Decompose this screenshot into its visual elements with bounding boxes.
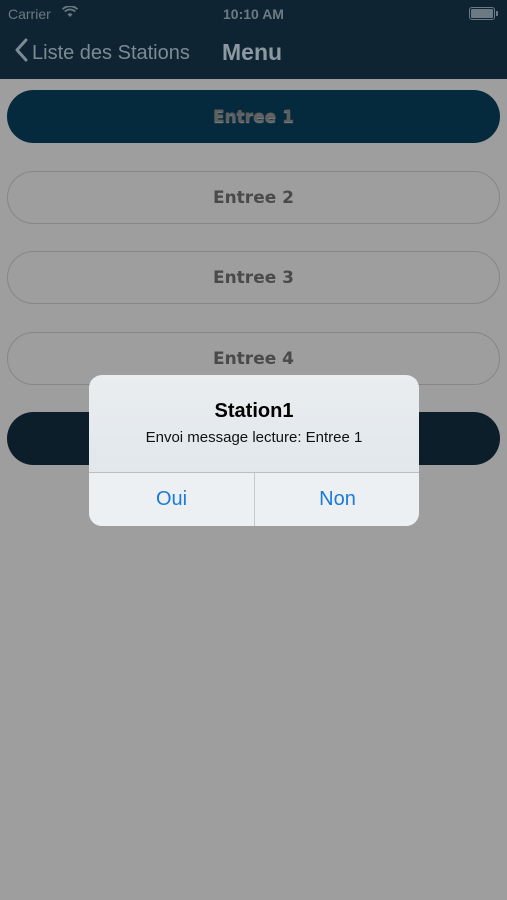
dialog-message: Envoi message lecture: Entree 1 xyxy=(145,429,363,446)
dialog-title: Station1 xyxy=(214,400,294,422)
battery-icon xyxy=(469,7,498,20)
back-button-label: Liste des Stations xyxy=(32,41,190,64)
non-button[interactable]: Non xyxy=(255,473,419,526)
clock: 10:10 AM xyxy=(223,6,284,22)
entree-3-button[interactable]: Entree 3 xyxy=(7,251,500,304)
entree-1-button[interactable]: Entree 1 xyxy=(7,90,500,143)
entree-2-button[interactable]: Entree 2 xyxy=(7,171,500,224)
navigation-bar: Liste des Stations Menu xyxy=(0,28,507,79)
back-button[interactable]: Liste des Stations xyxy=(14,38,190,68)
status-bar: Carrier 10:10 AM xyxy=(0,0,507,28)
alert-dialog: Station1 Envoi message lecture: Entree 1… xyxy=(89,375,419,526)
oui-button[interactable]: Oui xyxy=(89,473,254,526)
chevron-left-icon xyxy=(14,38,32,68)
page-title: Menu xyxy=(222,39,283,65)
